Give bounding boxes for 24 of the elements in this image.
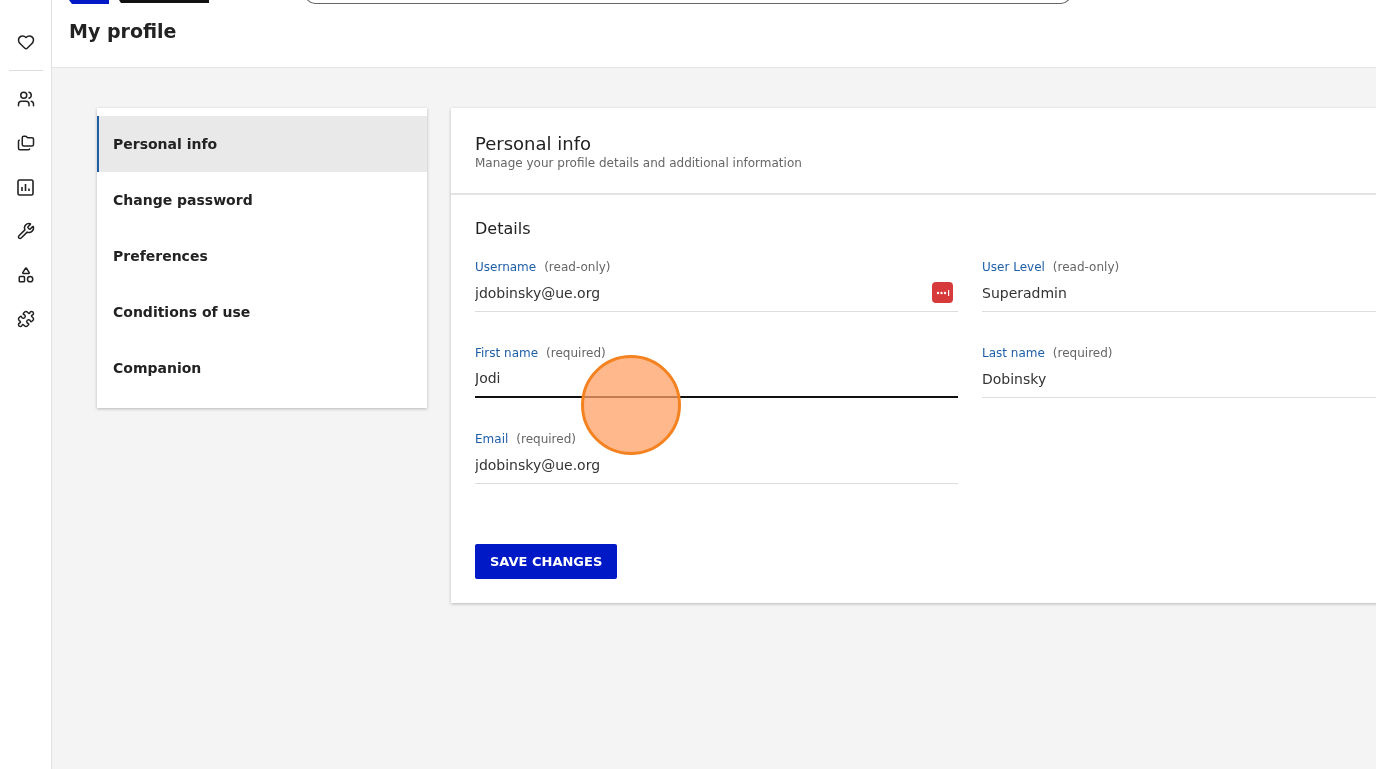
field-note: (required) [546, 346, 606, 360]
text-field[interactable]: Superadmin [982, 274, 1376, 312]
text-field[interactable]: Dobinsky [982, 360, 1376, 398]
menu-item[interactable]: Preferences [97, 228, 427, 284]
card-subtitle: Manage your profile details and additional information [475, 156, 803, 170]
password-manager-icon[interactable] [932, 282, 953, 303]
bar-chart-icon[interactable] [14, 176, 37, 198]
field-label: Last name [982, 346, 1045, 360]
menu-item[interactable]: Change password [97, 172, 427, 228]
field-note: (required) [1052, 346, 1113, 360]
menu-item[interactable]: Companion [97, 340, 427, 396]
field-label: User Level [982, 260, 1045, 274]
field-note: (read-only) [544, 260, 611, 274]
field-label: First name [475, 346, 539, 360]
field-note: (read-only) [1052, 260, 1120, 274]
card-title: Personal info [475, 133, 592, 155]
menu-item[interactable]: Personal info [97, 116, 427, 172]
field-label: Email [475, 432, 509, 446]
section-title: Details [475, 219, 532, 238]
save-changes-button[interactable]: SAVE CHANGES [475, 544, 618, 579]
page-title: My profile [69, 22, 177, 41]
field-label: Username [475, 260, 537, 274]
field-note: (required) [516, 432, 576, 446]
menu-item[interactable]: Conditions of use [97, 284, 427, 340]
